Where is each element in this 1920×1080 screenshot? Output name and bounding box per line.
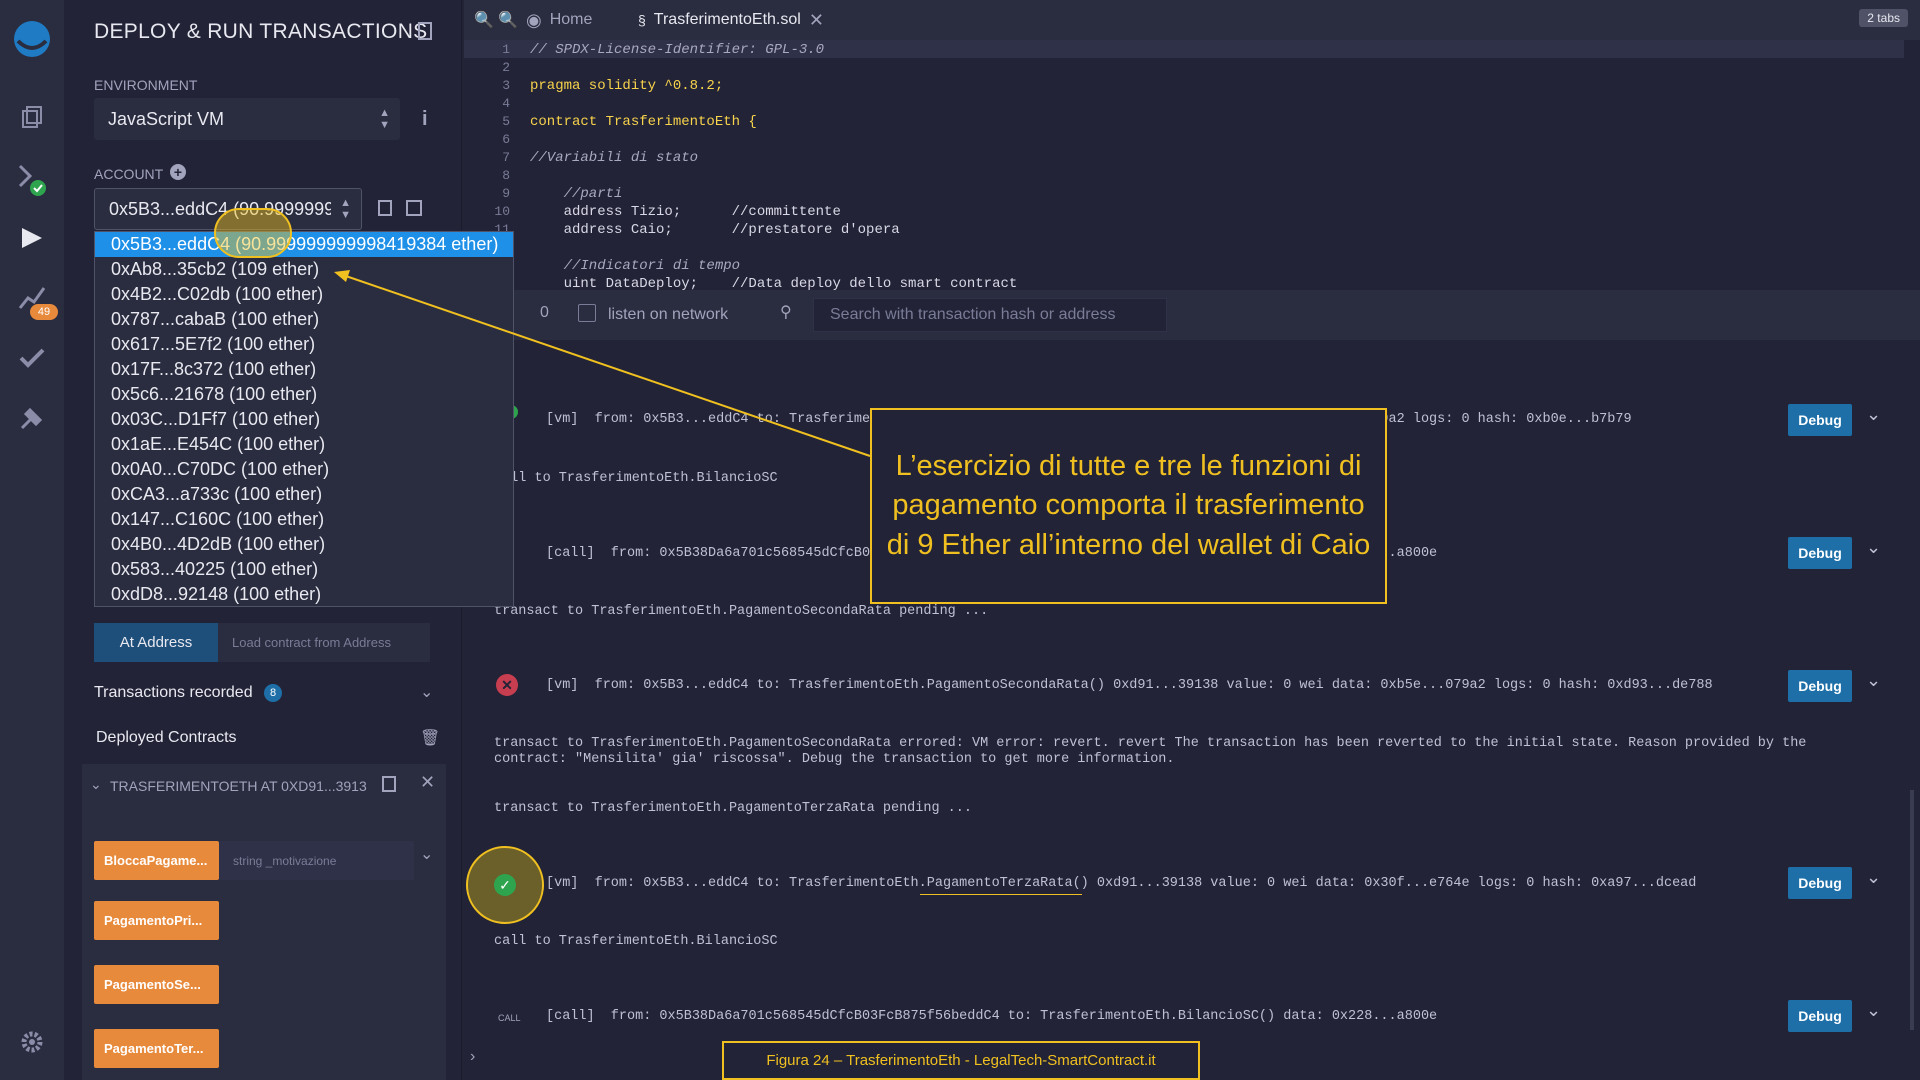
annotation-arrow [334, 270, 871, 457]
